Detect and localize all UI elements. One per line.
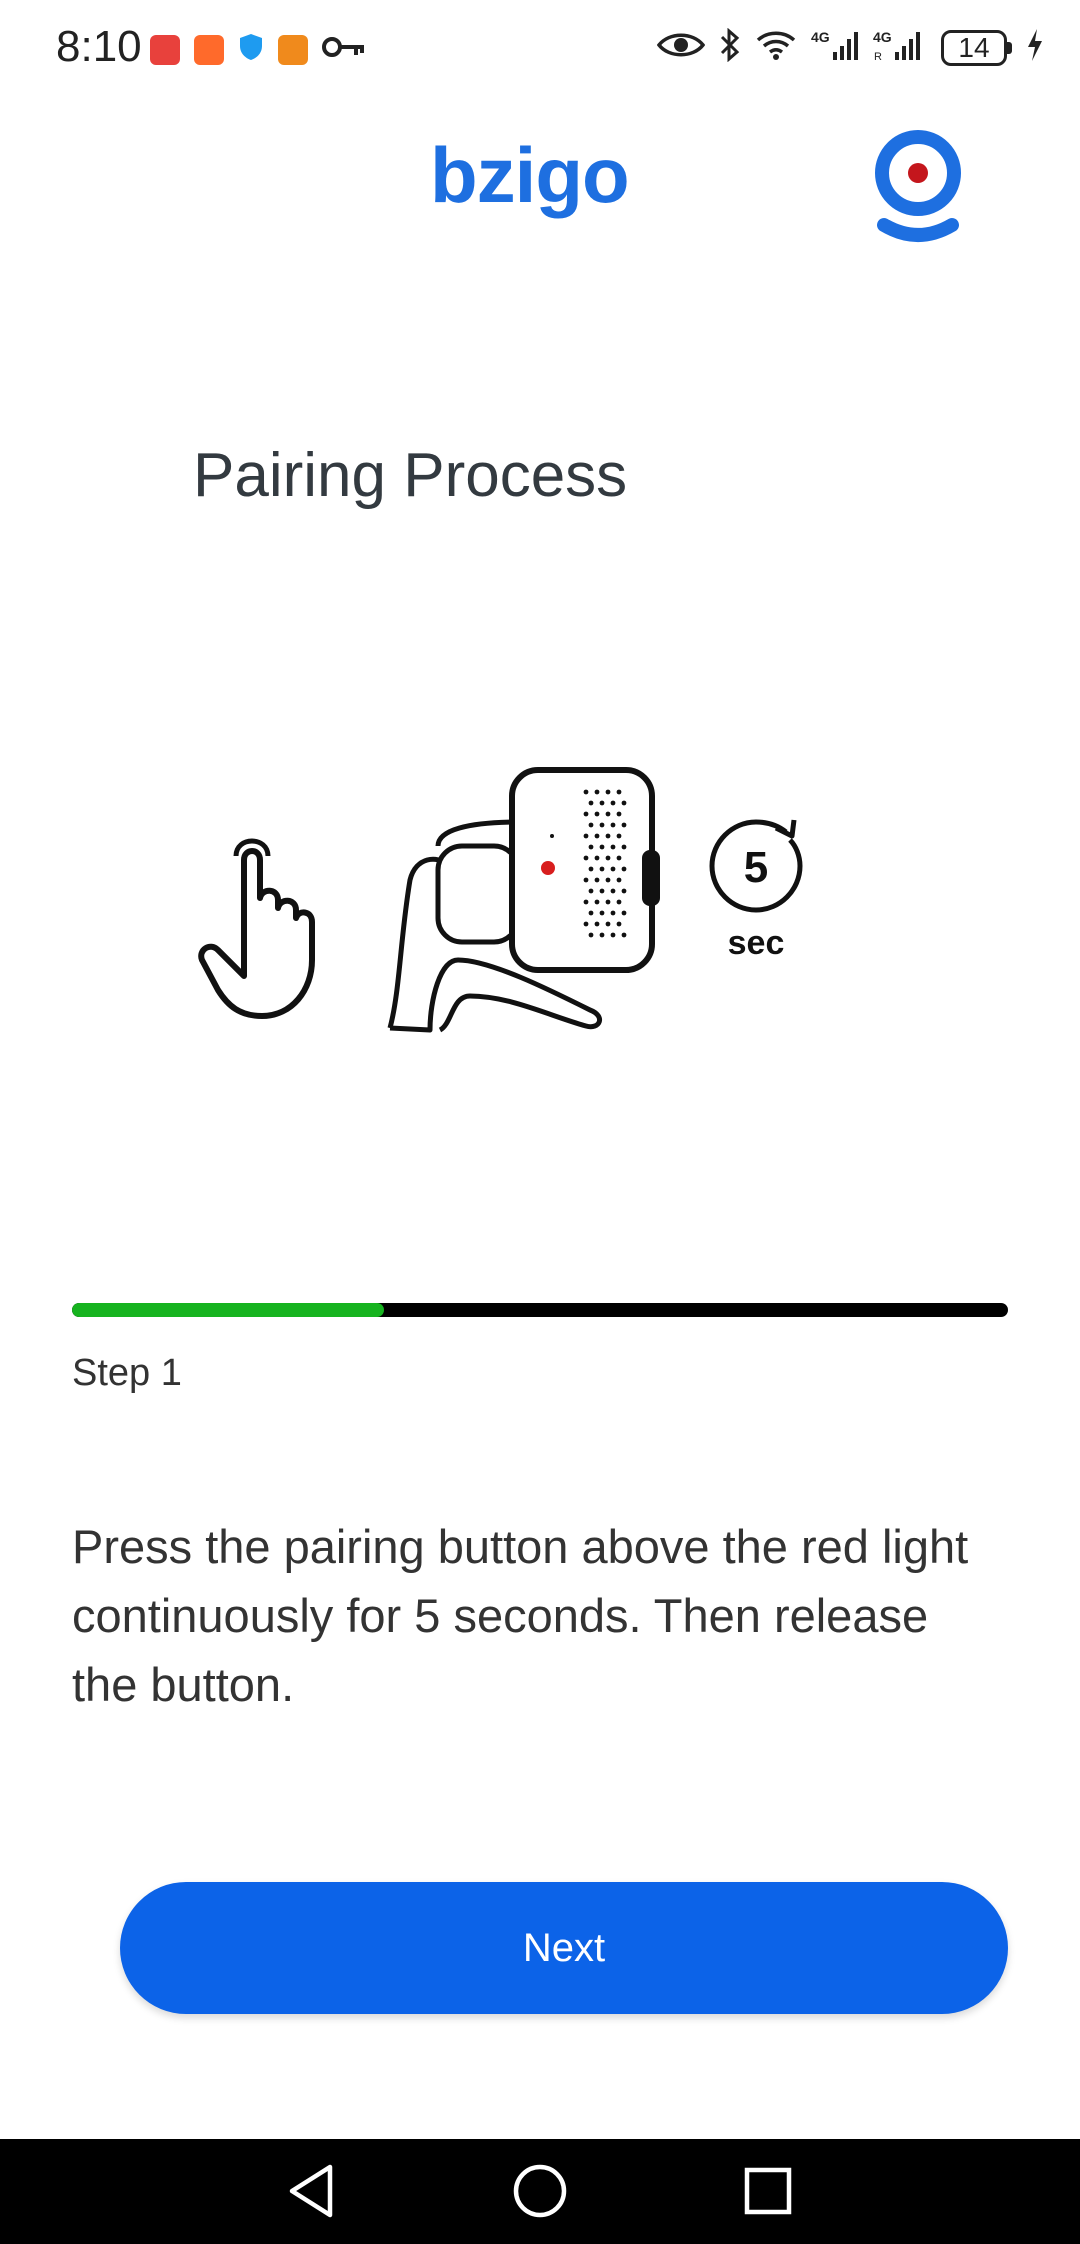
key-icon — [322, 35, 366, 64]
timer-unit: sec — [728, 924, 785, 962]
status-time: 8:10 — [56, 22, 142, 71]
system-nav-bar — [0, 2139, 1080, 2244]
timer-number: 5 — [744, 843, 768, 892]
step-instructions: Press the pairing button above the red l… — [72, 1520, 969, 1711]
huawei-app-icon — [150, 34, 180, 65]
hand-press-icon — [198, 838, 315, 1019]
recents-icon[interactable] — [733, 2159, 803, 2223]
signal-4g-r-icon: 4G R — [873, 28, 927, 67]
signal-4g-icon: 4G — [811, 28, 859, 67]
camera-device-icon — [387, 767, 660, 1033]
pairing-illustration: 5 sec — [190, 760, 890, 1070]
charging-icon — [1026, 28, 1044, 67]
back-icon[interactable] — [276, 2159, 346, 2223]
eye-icon — [656, 30, 706, 65]
status-right: 4G 4G R 14 — [656, 27, 1044, 67]
battery-indicator: 14 — [941, 29, 1012, 66]
battery-level: 14 — [941, 29, 1007, 66]
wifi-icon — [755, 29, 797, 66]
shield-icon — [238, 32, 264, 67]
svg-text:4G: 4G — [811, 29, 830, 45]
notification-icons — [150, 32, 366, 67]
step-label: Step 1 — [72, 1352, 182, 1394]
taobao-icon — [194, 34, 224, 65]
timer-icon: 5 sec — [709, 819, 803, 962]
next-button[interactable]: Next — [120, 1882, 1008, 2014]
svg-text:R: R — [874, 51, 882, 62]
status-bar: 8:10 4G 4G R 14 — [0, 0, 1080, 100]
svg-text:4G: 4G — [873, 29, 892, 45]
bluetooth-icon — [719, 27, 741, 67]
step-progress-bar — [72, 1303, 1008, 1317]
app-header: bzigo — [0, 110, 1080, 260]
step-progress-fill — [72, 1303, 384, 1317]
bzigo-logo: bzigo — [430, 131, 630, 219]
home-icon[interactable] — [505, 2159, 575, 2223]
gift-icon — [278, 34, 308, 65]
page-title: Pairing Process — [193, 441, 628, 510]
profile-icon[interactable] — [870, 125, 966, 250]
